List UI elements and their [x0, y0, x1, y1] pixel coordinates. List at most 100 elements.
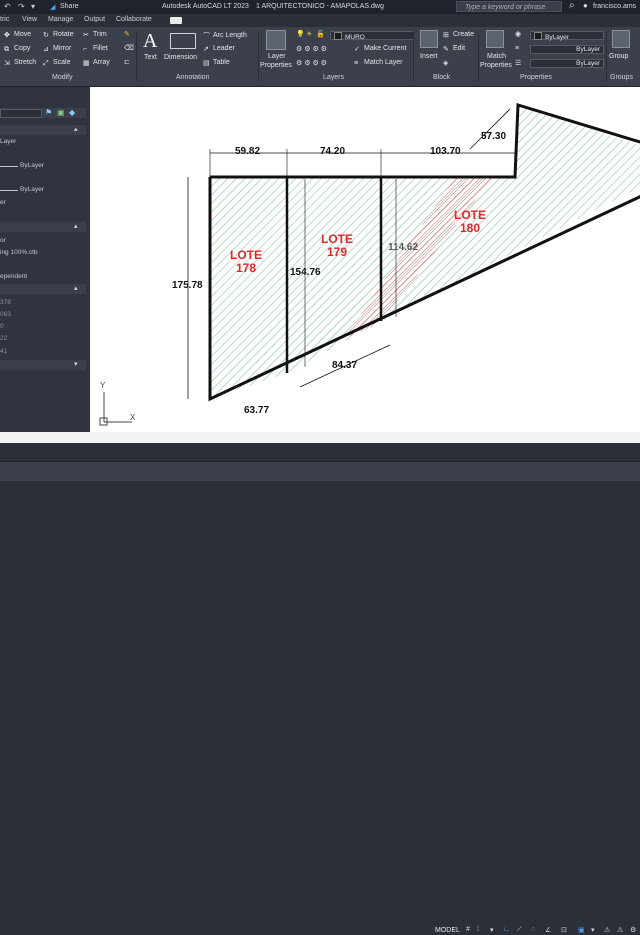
- prop-plot-table[interactable]: ing 100%.ctb: [0, 249, 86, 256]
- fillet-button[interactable]: ⌐ Fillet: [83, 45, 108, 54]
- dropdown-icon[interactable]: ▾: [490, 926, 499, 935]
- search-input[interactable]: Type a keyword or phrase: [456, 1, 562, 12]
- move-button[interactable]: ✥ Move: [4, 31, 31, 39]
- text-icon[interactable]: A: [143, 30, 157, 53]
- copy-button[interactable]: ⧉ Copy: [4, 45, 30, 54]
- collapse-icon[interactable]: ▴: [74, 284, 78, 292]
- insert-icon[interactable]: [420, 30, 438, 48]
- prop-plot-table-type[interactable]: ependent: [0, 273, 86, 280]
- ortho-icon[interactable]: ∟: [503, 926, 512, 935]
- mirror-button[interactable]: ⊿ Mirror: [43, 45, 71, 53]
- dimension-button[interactable]: Dimension: [164, 54, 197, 61]
- quick-access-dropdown-icon[interactable]: ▾: [31, 2, 35, 11]
- scale-button[interactable]: ⤢ Scale: [43, 59, 71, 68]
- tab-output[interactable]: Output: [84, 16, 105, 23]
- color-wheel-icon[interactable]: ◉: [515, 30, 521, 38]
- select-objects-icon[interactable]: ▣: [57, 108, 65, 117]
- workspace-icon[interactable]: ⚙: [630, 926, 639, 935]
- user-name[interactable]: francisco.ams: [593, 3, 636, 10]
- layer-on-icon[interactable]: 💡: [296, 30, 305, 38]
- prop-center-z[interactable]: 0: [0, 323, 86, 330]
- tab-manage[interactable]: Manage: [48, 16, 73, 23]
- create-block-button[interactable]: ⊞ Create: [443, 31, 474, 39]
- transparency-icon[interactable]: ▾: [591, 926, 600, 935]
- linetype-icon[interactable]: ≡: [515, 45, 519, 52]
- drawing-svg[interactable]: [90, 87, 640, 432]
- layer-lock-icon[interactable]: 🔓: [316, 30, 325, 38]
- annotation-panel-label[interactable]: Annotation: [176, 74, 209, 81]
- drawing-canvas[interactable]: 59.82 74.20 103.70 57.30 175.78 154.76 1…: [90, 87, 640, 432]
- layer-properties-label-2[interactable]: Properties: [260, 62, 292, 69]
- model-space-button[interactable]: MODEL: [435, 927, 460, 934]
- tab-collaborate[interactable]: Collaborate: [116, 16, 152, 23]
- insert-button[interactable]: Insert: [420, 53, 438, 60]
- snap-icon[interactable]: ⁞: [477, 926, 486, 935]
- search-icon[interactable]: ⌕: [569, 0, 575, 11]
- groups-panel-label[interactable]: Groups: [610, 74, 633, 81]
- prop-width[interactable]: 41: [0, 348, 86, 355]
- quick-select-icon[interactable]: ⚑: [45, 108, 52, 117]
- osnap-icon[interactable]: ⊡: [561, 926, 570, 935]
- polar-icon[interactable]: ⟋: [517, 926, 526, 935]
- lineweight-icon[interactable]: ☰: [515, 59, 521, 67]
- layer-dropdown[interactable]: MURO: [330, 31, 414, 41]
- properties-panel-label[interactable]: Properties: [520, 74, 552, 81]
- make-current-button[interactable]: ✓ Make Current: [354, 45, 406, 53]
- leader-button[interactable]: ↗ Leader: [203, 45, 235, 53]
- user-icon[interactable]: ●: [583, 1, 588, 10]
- prop-layer[interactable]: Layer: [0, 138, 86, 145]
- annotation-scale-icon[interactable]: ⚠: [604, 926, 613, 935]
- group-icon[interactable]: [612, 30, 630, 48]
- match-layer-button[interactable]: ≡ Match Layer: [354, 59, 403, 68]
- text-button[interactable]: Text: [144, 54, 157, 61]
- share-button[interactable]: Share: [60, 3, 79, 10]
- layer-properties-label-1[interactable]: Layer: [268, 53, 286, 60]
- prop-plot-style[interactable]: or: [0, 237, 86, 244]
- rotate-button[interactable]: ↻ Rotate: [43, 31, 74, 39]
- prop-center-y[interactable]: 063: [0, 311, 86, 318]
- layers-panel-label[interactable]: Layers: [323, 74, 344, 81]
- share-icon[interactable]: ◢: [50, 3, 55, 11]
- match-properties-label-1[interactable]: Match: [487, 53, 506, 60]
- tab-options-icon[interactable]: [170, 17, 182, 24]
- quick-access-undo-icon[interactable]: ↶: [4, 2, 11, 11]
- dimension-icon[interactable]: [170, 33, 196, 49]
- selection-dropdown[interactable]: [0, 109, 42, 118]
- block-attributes-icon[interactable]: ◈: [443, 59, 448, 67]
- grid-icon[interactable]: #: [466, 926, 475, 935]
- linetype-dropdown[interactable]: ByLayer: [530, 45, 604, 54]
- match-properties-icon[interactable]: [486, 30, 504, 48]
- tab-parametric[interactable]: tric: [0, 16, 9, 23]
- tab-view[interactable]: View: [22, 16, 37, 23]
- trim-button[interactable]: ✂ Trim: [83, 31, 107, 39]
- table-button[interactable]: ▤ Table: [203, 59, 230, 67]
- annotation-visibility-icon[interactable]: ⚠: [617, 926, 626, 935]
- block-panel-label[interactable]: Block: [433, 74, 450, 81]
- group-button[interactable]: Group: [609, 53, 628, 60]
- collapse-icon[interactable]: ▾: [74, 360, 78, 368]
- prop-height[interactable]: 22: [0, 335, 86, 342]
- prop-hyperlink[interactable]: er: [0, 199, 86, 206]
- lineweight-toggle-icon[interactable]: ▣: [578, 926, 587, 935]
- layer-tools-icon[interactable]: ⚙ ⚙ ⚙ ⚙: [296, 45, 327, 53]
- lineweight-dropdown[interactable]: ByLayer: [530, 59, 604, 68]
- prop-center-x[interactable]: 378: [0, 299, 86, 306]
- collapse-icon[interactable]: ▴: [74, 125, 78, 133]
- osnap-tracking-icon[interactable]: ∠: [545, 926, 554, 935]
- command-line[interactable]: [0, 443, 640, 461]
- match-properties-label-2[interactable]: Properties: [480, 62, 512, 69]
- edit-block-button[interactable]: ✎ Edit: [443, 45, 465, 53]
- collapse-icon[interactable]: ▴: [74, 222, 78, 230]
- isodraft-icon[interactable]: ◌: [531, 926, 540, 935]
- pickadd-icon[interactable]: ◆: [69, 108, 75, 117]
- layer-tools-icon[interactable]: ⚙ ⚙ ⚙ ⚙: [296, 59, 327, 67]
- quick-access-redo-icon[interactable]: ↷: [18, 2, 25, 11]
- layer-freeze-icon[interactable]: ☀: [306, 30, 312, 38]
- arc-length-button[interactable]: ⌒ Arc Length: [203, 31, 247, 40]
- offset-icon[interactable]: ⊏: [124, 58, 130, 66]
- color-dropdown[interactable]: ByLayer: [530, 31, 604, 41]
- pencil-icon[interactable]: ✎: [124, 30, 130, 38]
- erase-icon[interactable]: ⌫: [124, 44, 134, 52]
- array-button[interactable]: ▦ Array: [83, 59, 110, 67]
- stretch-button[interactable]: ⇲ Stretch: [4, 59, 36, 67]
